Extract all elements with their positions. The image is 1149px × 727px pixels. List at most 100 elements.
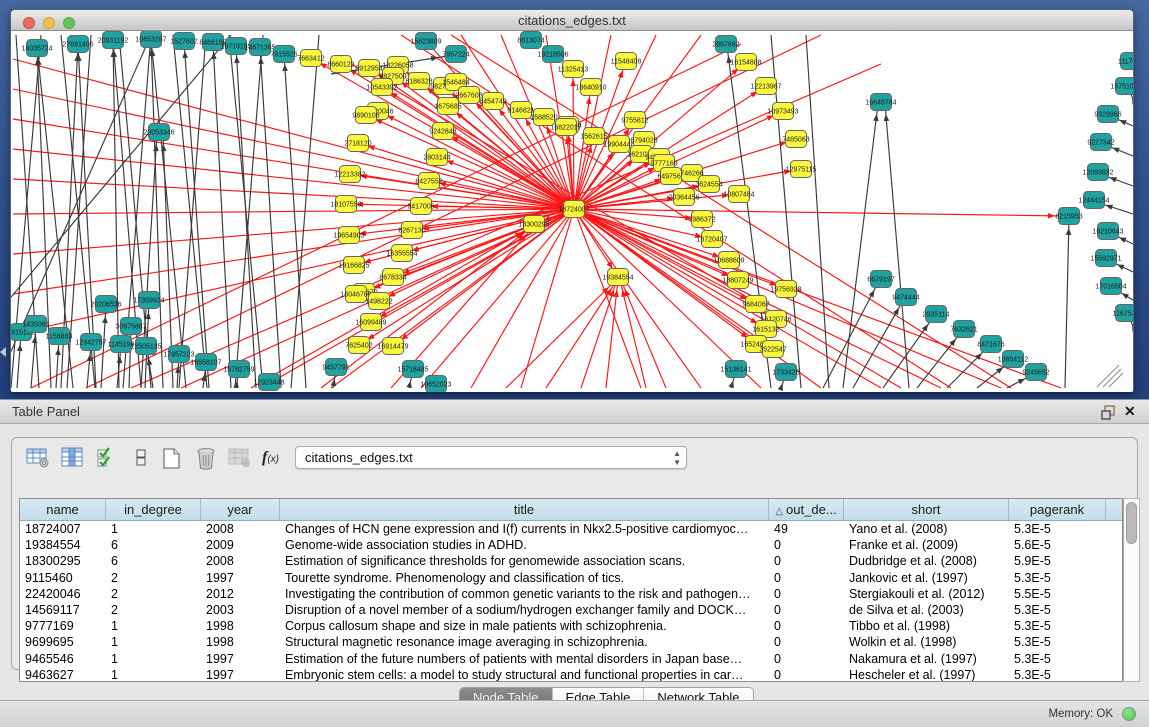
table-cell[interactable]: 0 xyxy=(769,537,844,553)
network-edge[interactable] xyxy=(13,209,574,294)
table-cell[interactable]: 22420046 xyxy=(20,586,106,602)
table-cell[interactable]: Wolkin et al. (1998) xyxy=(844,634,1009,650)
new-table-icon[interactable] xyxy=(158,444,186,474)
network-edge[interactable] xyxy=(184,41,209,388)
table-cell[interactable]: 5.3E-5 xyxy=(1009,634,1106,650)
table-cell[interactable]: 14569117 xyxy=(20,602,106,618)
table-row[interactable]: 1938455462009Genome-wide association stu… xyxy=(20,537,1122,553)
network-edge[interactable] xyxy=(151,39,186,388)
table-cell[interactable]: 9115460 xyxy=(20,570,106,586)
table-cell[interactable]: Disruption of a novel member of a sodium… xyxy=(280,602,769,618)
table-cell[interactable]: 9699695 xyxy=(20,634,106,650)
table-cell[interactable]: 0 xyxy=(769,651,844,667)
table-row[interactable]: 1456911722003Disruption of a novel membe… xyxy=(20,602,1122,618)
table-row[interactable]: 977716911998Corpus callosum shape and si… xyxy=(20,618,1122,634)
table-cell[interactable]: 2012 xyxy=(201,586,280,602)
network-edge[interactable] xyxy=(1109,373,1123,387)
network-edge[interactable] xyxy=(471,209,574,388)
table-cell[interactable]: 9465546 xyxy=(20,651,106,667)
table-cell[interactable]: 5.5E-5 xyxy=(1009,586,1106,602)
table-cell[interactable]: 9777169 xyxy=(20,618,106,634)
table-row[interactable]: 969969511998Structural magnetic resonanc… xyxy=(20,634,1122,650)
network-edge[interactable] xyxy=(421,209,574,388)
network-edge[interactable] xyxy=(401,35,951,388)
column-header-year[interactable]: year xyxy=(201,499,280,520)
table-row[interactable]: 911546021997Tourette syndrome. Phenomeno… xyxy=(20,570,1122,586)
network-edge[interactable] xyxy=(574,209,1061,388)
table-cell[interactable]: de Silva et al. (2003) xyxy=(844,602,1009,618)
citation-network-graph[interactable]: 1872400714035724276914062093119210653287… xyxy=(11,31,1133,392)
table-cell[interactable]: 0 xyxy=(769,667,844,682)
function-builder-icon[interactable]: f(x) xyxy=(262,449,290,479)
table-cell[interactable]: Estimation of significance thresholds fo… xyxy=(280,553,769,569)
table-row[interactable]: 946554611997Estimation of the future num… xyxy=(20,651,1122,667)
table-cell[interactable]: 0 xyxy=(769,602,844,618)
network-edge[interactable] xyxy=(573,69,574,209)
table-cell[interactable]: 1997 xyxy=(201,667,280,682)
network-edge[interactable] xyxy=(260,47,281,388)
table-cell[interactable]: 1 xyxy=(106,618,201,634)
table-cell[interactable]: 5.3E-5 xyxy=(1009,618,1106,634)
table-cell[interactable]: 0 xyxy=(769,570,844,586)
table-cell[interactable]: 6 xyxy=(106,553,201,569)
table-settings-icon[interactable] xyxy=(24,444,52,474)
network-edge[interactable] xyxy=(17,334,21,388)
network-edge[interactable] xyxy=(885,104,909,388)
close-panel-icon[interactable]: ✕ xyxy=(1124,403,1136,420)
table-cell[interactable]: 1998 xyxy=(201,618,280,634)
column-header-short[interactable]: short xyxy=(844,499,1009,520)
table-cell[interactable]: 5.3E-5 xyxy=(1009,602,1106,618)
table-cell[interactable]: Embryonic stem cells: a model to study s… xyxy=(280,667,769,682)
table-cell[interactable]: 9463627 xyxy=(20,667,106,682)
network-edge[interactable] xyxy=(56,338,59,388)
network-edge[interactable] xyxy=(546,280,617,388)
table-vertical-scrollbar[interactable] xyxy=(1123,498,1140,682)
column-header-name[interactable]: name xyxy=(20,499,106,520)
table-cell[interactable]: Structural magnetic resonance image aver… xyxy=(280,634,769,650)
table-cell[interactable]: Changes of HCN gene expression and I(f) … xyxy=(280,521,769,537)
table-selector-dropdown[interactable]: citations_edges.txt ▲▼ xyxy=(295,446,687,469)
table-cell[interactable]: Tibbo et al. (1998) xyxy=(844,618,1009,634)
row-selection-icon[interactable] xyxy=(94,444,122,474)
table-cell[interactable]: Yano et al. (2008) xyxy=(844,521,1009,537)
table-row[interactable]: 1830029562008Estimation of significance … xyxy=(20,553,1122,569)
network-edge[interactable] xyxy=(13,59,574,209)
table-cell[interactable]: 5.6E-5 xyxy=(1009,537,1106,553)
network-edge[interactable] xyxy=(574,209,641,388)
network-view-window[interactable]: citations_edges.txt 18724007140357242769… xyxy=(10,9,1134,392)
scrollbar-thumb[interactable] xyxy=(1126,502,1137,544)
table-cell[interactable]: 5.3E-5 xyxy=(1009,570,1106,586)
network-edge[interactable] xyxy=(11,35,231,309)
table-cell[interactable]: Tourette syndrome. Phenomenology and cla… xyxy=(280,570,769,586)
network-edge[interactable] xyxy=(213,42,231,388)
table-cell[interactable]: Stergiakouli et al. (2012) xyxy=(844,586,1009,602)
table-cell[interactable]: Dudbridge et al. (2008) xyxy=(844,553,1009,569)
network-edge[interactable] xyxy=(451,35,1011,388)
table-row[interactable]: 1872400712008Changes of HCN gene express… xyxy=(20,521,1122,537)
table-cell[interactable]: 1997 xyxy=(201,651,280,667)
network-edge[interactable] xyxy=(1097,365,1119,387)
table-row[interactable]: 2242004622012Investigating the contribut… xyxy=(20,586,1122,602)
table-cell[interactable]: Hescheler et al. (1997) xyxy=(844,667,1009,682)
table-cell[interactable]: 1997 xyxy=(201,570,280,586)
table-cell[interactable]: 6 xyxy=(106,537,201,553)
table-cell[interactable]: 19384554 xyxy=(20,537,106,553)
table-cell[interactable]: Genome-wide association studies in ADHD. xyxy=(280,537,769,553)
table-cell[interactable]: 18724007 xyxy=(20,521,106,537)
column-visibility-icon[interactable] xyxy=(59,444,87,474)
table-cell[interactable]: 2 xyxy=(106,586,201,602)
table-cell[interactable]: 1 xyxy=(106,651,201,667)
table-cell[interactable]: 49 xyxy=(769,521,844,537)
panel-collapse-arrow-icon[interactable] xyxy=(0,347,6,357)
table-cell[interactable]: 2009 xyxy=(201,537,280,553)
network-canvas[interactable]: 1872400714035724276914062093119210653287… xyxy=(11,31,1133,392)
column-header-title[interactable]: title xyxy=(280,499,769,520)
network-edge[interactable] xyxy=(521,209,574,388)
table-cell[interactable]: 1998 xyxy=(201,634,280,650)
delete-table-icon[interactable] xyxy=(192,444,220,474)
table-cell[interactable]: 0 xyxy=(769,618,844,634)
column-header-pagerank[interactable]: pagerank xyxy=(1009,499,1106,520)
table-cell[interactable]: Franke et al. (2009) xyxy=(844,537,1009,553)
table-cell[interactable]: 5.3E-5 xyxy=(1009,651,1106,667)
table-cell[interactable]: 0 xyxy=(769,553,844,569)
